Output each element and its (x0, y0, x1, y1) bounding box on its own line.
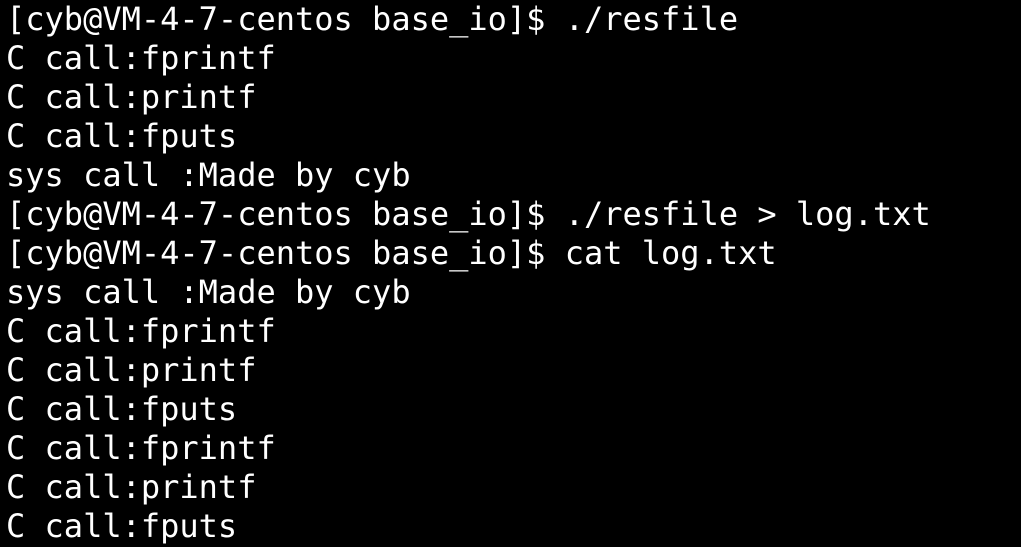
terminal-output[interactable]: [cyb@VM-4-7-centos base_io]$ ./resfile C… (0, 0, 1021, 547)
terminal-line-output: sys call :Made by cyb (6, 156, 411, 194)
terminal-line-output: sys call :Made by cyb (6, 273, 411, 311)
terminal-line-output: C call:printf (6, 78, 257, 116)
terminal-line-output: C call:fprintf (6, 429, 276, 467)
terminal-line-output: C call:printf (6, 351, 257, 389)
terminal-line-prompt: [cyb@VM-4-7-centos base_io]$ ./resfile (6, 0, 739, 38)
terminal-line-prompt: [cyb@VM-4-7-centos base_io]$ cat log.txt (6, 234, 777, 272)
terminal-line-output: C call:printf (6, 468, 257, 506)
terminal-line-output: C call:fprintf (6, 39, 276, 77)
terminal-line-output: C call:fprintf (6, 312, 276, 350)
terminal-line-output: C call:fputs (6, 117, 238, 155)
terminal-line-output: C call:fputs (6, 507, 238, 545)
terminal-line-output: C call:fputs (6, 390, 238, 428)
terminal-line-prompt: [cyb@VM-4-7-centos base_io]$ ./resfile >… (6, 195, 931, 233)
